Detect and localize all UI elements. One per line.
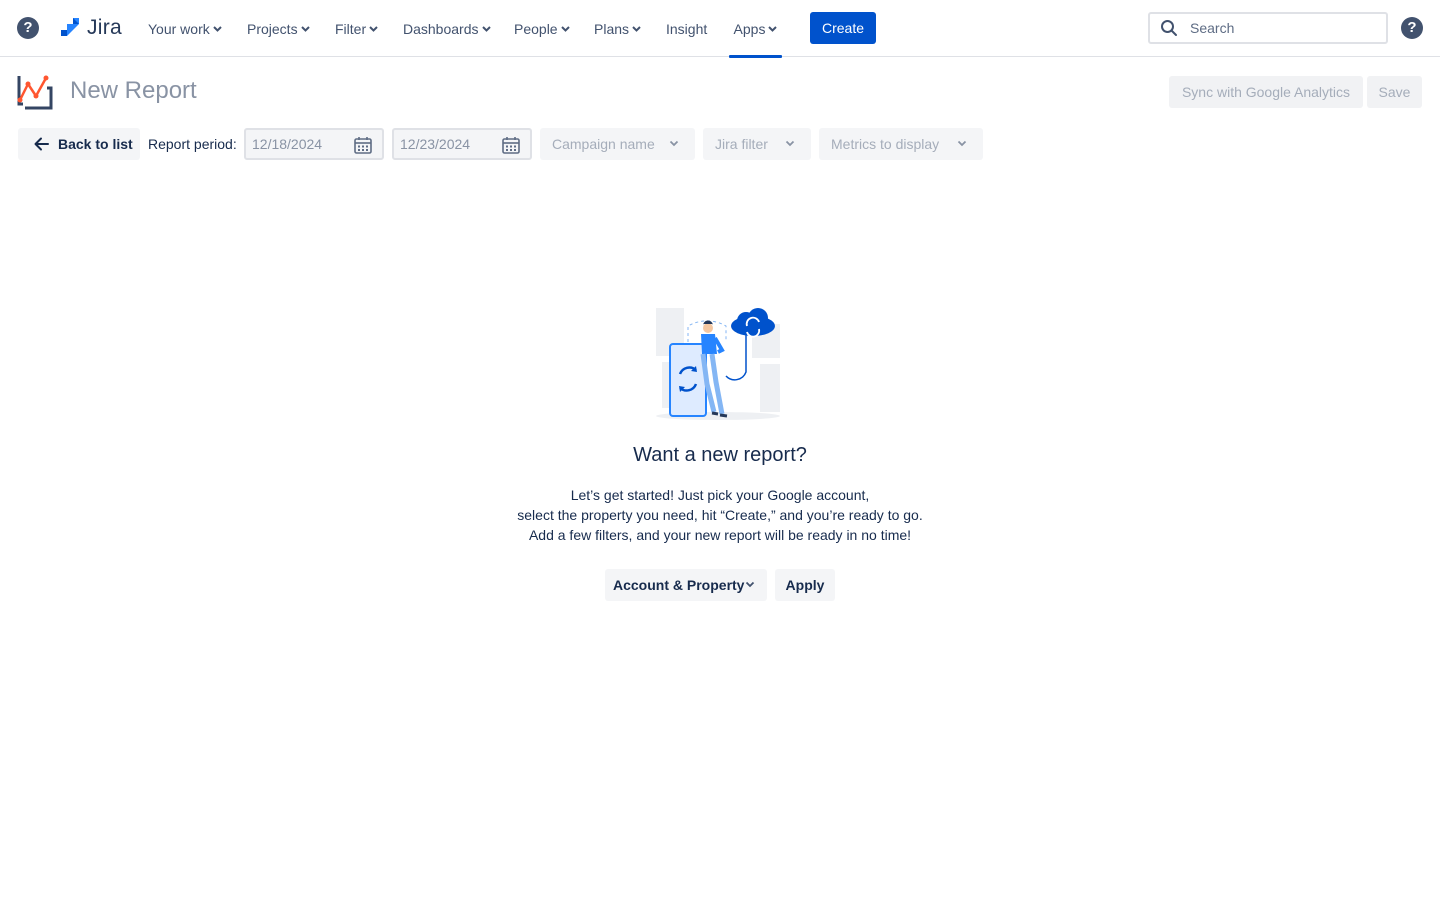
sync-google-analytics-button[interactable]: Sync with Google Analytics [1169, 76, 1363, 108]
calendar-icon[interactable] [354, 136, 372, 154]
nav-people[interactable]: People [514, 0, 570, 57]
start-date-value: 12/18/2024 [252, 136, 323, 152]
end-date-value: 12/23/2024 [400, 136, 471, 152]
start-date-field[interactable]: 12/18/2024 [244, 128, 384, 160]
account-property-dropdown[interactable]: Account & Property [605, 569, 767, 601]
chevron-down-icon [785, 140, 795, 147]
calendar-icon[interactable] [502, 136, 520, 154]
search-input[interactable] [1190, 20, 1370, 36]
nav-apps-label: Apps [733, 20, 766, 37]
nav-your-work[interactable]: Your work [148, 0, 222, 57]
report-chart-icon [17, 75, 53, 110]
jira-logo-icon [61, 18, 79, 36]
page-title: New Report [70, 77, 197, 104]
nav-your-work-label: Your work [148, 20, 210, 37]
search-box[interactable] [1148, 12, 1388, 44]
top-navigation: ? Jira Your work Projects Filter Dashboa… [0, 0, 1440, 58]
jira-filter-dropdown[interactable]: Jira filter [703, 128, 811, 160]
create-button[interactable]: Create [810, 12, 876, 44]
account-property-label: Account & Property [613, 577, 745, 593]
campaign-name-dropdown[interactable]: Campaign name [540, 128, 695, 160]
nav-plans[interactable]: Plans [594, 0, 641, 57]
back-to-list-label: Back to list [58, 136, 133, 152]
chevron-down-icon [632, 25, 641, 32]
arrow-left-icon [34, 137, 49, 151]
metrics-to-display-label: Metrics to display [831, 136, 940, 152]
empty-state-description: Let’s get started! Just pick your Google… [420, 485, 1020, 545]
empty-state-line: select the property you need, hit “Creat… [517, 507, 923, 523]
nav-filter-label: Filter [335, 20, 367, 37]
campaign-name-label: Campaign name [552, 136, 655, 152]
logo-text: Jira [87, 16, 123, 39]
metrics-to-display-dropdown[interactable]: Metrics to display [819, 128, 983, 160]
report-period-label: Report period: [148, 136, 237, 152]
nav-people-label: People [514, 20, 558, 37]
nav-dashboards[interactable]: Dashboards [403, 0, 491, 57]
nav-apps[interactable]: Apps [729, 0, 782, 58]
empty-state-title: Want a new report? [633, 444, 807, 466]
chevron-down-icon [669, 140, 679, 147]
help-icon[interactable]: ? [1401, 17, 1423, 39]
apply-button[interactable]: Apply [775, 569, 835, 601]
save-button[interactable]: Save [1367, 76, 1422, 108]
empty-state-line: Let’s get started! Just pick your Google… [570, 487, 870, 503]
chevron-down-icon [213, 25, 222, 32]
nav-projects[interactable]: Projects [247, 0, 310, 57]
empty-state-line: Add a few filters, and your new report w… [528, 527, 912, 543]
nav-insight[interactable]: Insight [666, 0, 707, 57]
sync-illustration [656, 308, 780, 420]
jira-logo[interactable]: Jira [59, 15, 122, 41]
end-date-field[interactable]: 12/23/2024 [392, 128, 532, 160]
chevron-down-icon [957, 140, 967, 147]
chevron-down-icon [745, 581, 755, 588]
chevron-down-icon [369, 25, 378, 32]
back-to-list-button[interactable]: Back to list [18, 128, 140, 160]
jira-filter-label: Jira filter [715, 136, 768, 152]
search-icon [1161, 20, 1177, 36]
chevron-down-icon [481, 25, 491, 32]
chevron-down-icon [560, 25, 570, 32]
nav-insight-label: Insight [666, 20, 708, 37]
chevron-down-icon [300, 25, 310, 32]
nav-projects-label: Projects [247, 20, 298, 37]
help-icon[interactable]: ? [17, 17, 39, 39]
nav-filter[interactable]: Filter [335, 0, 378, 57]
nav-dashboards-label: Dashboards [403, 20, 479, 37]
chevron-down-icon [768, 25, 778, 32]
nav-plans-label: Plans [594, 20, 630, 37]
